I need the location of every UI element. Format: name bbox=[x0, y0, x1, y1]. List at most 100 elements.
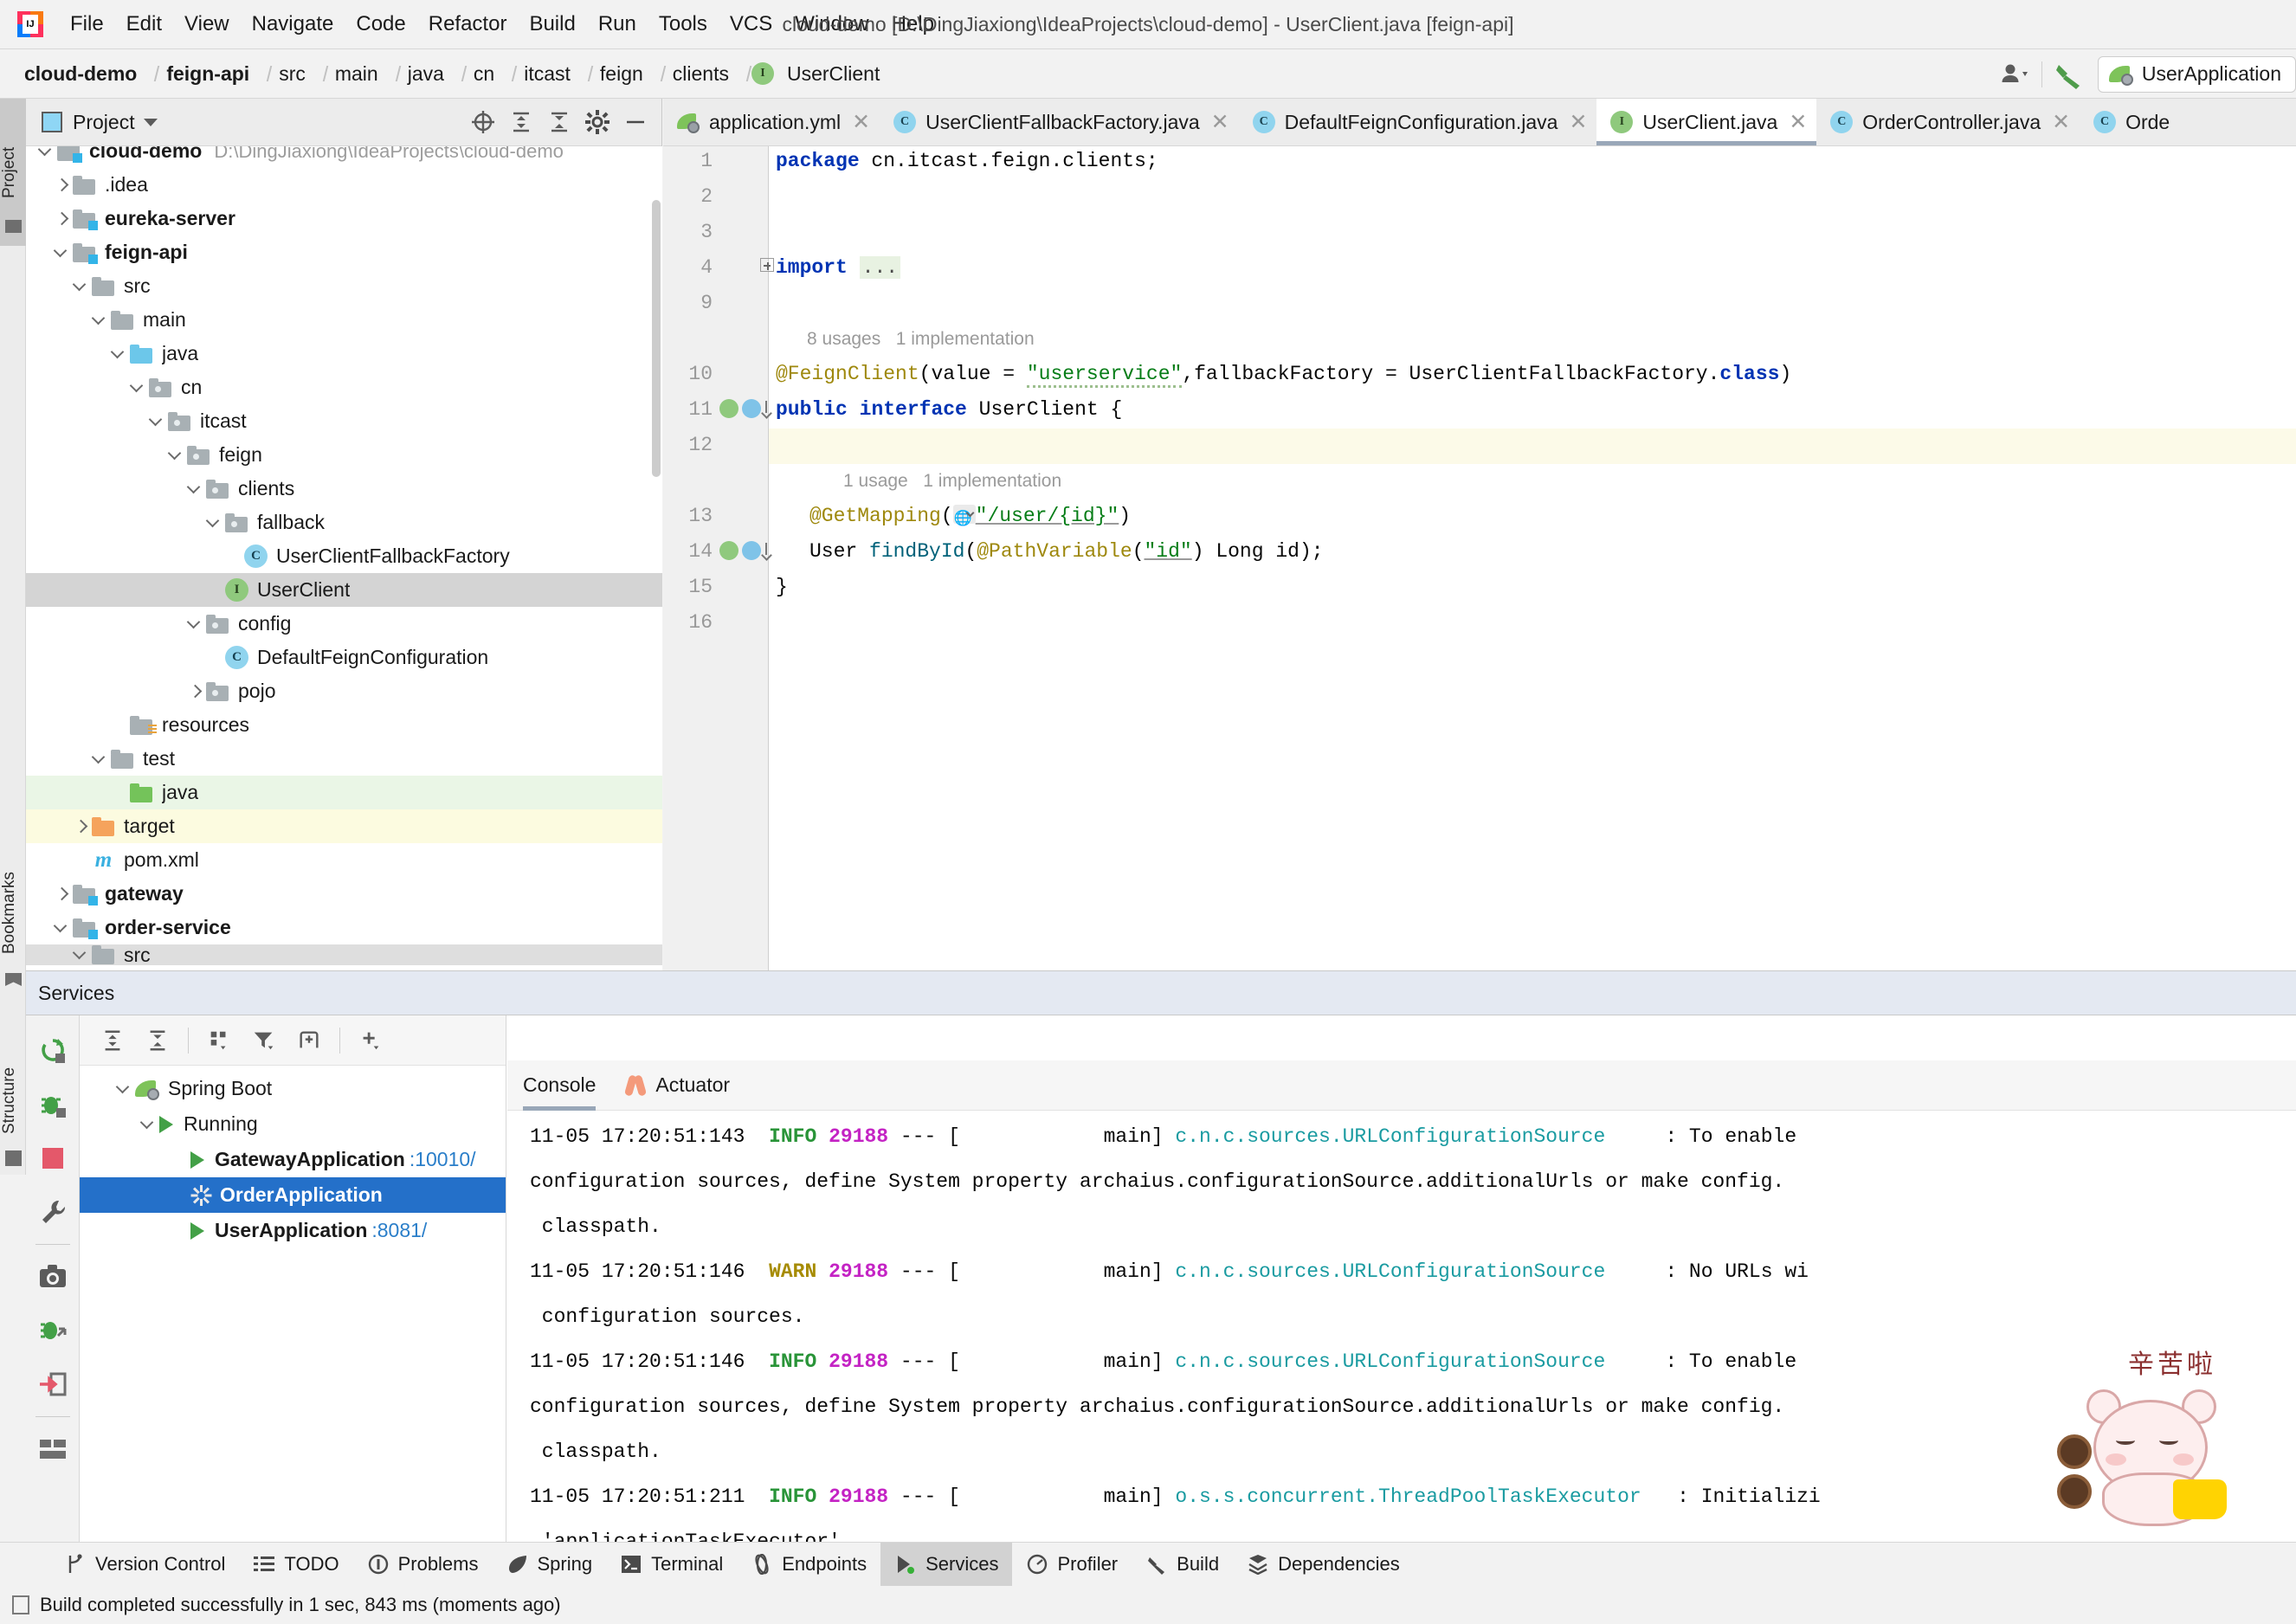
tree-row-eureka-server[interactable]: eureka-server bbox=[26, 202, 662, 235]
chevron-down-icon[interactable] bbox=[184, 478, 206, 500]
menu-run[interactable]: Run bbox=[587, 10, 648, 38]
services-tree[interactable]: Spring Boot Running GatewayApplication :… bbox=[80, 1066, 506, 1248]
implemented-by-icon[interactable] bbox=[719, 399, 738, 418]
tree-row-main[interactable]: main bbox=[26, 303, 662, 337]
add-frame-icon[interactable] bbox=[288, 1020, 330, 1061]
hide-panel-icon[interactable] bbox=[618, 105, 653, 139]
tree-row-cloud-demo[interactable]: cloud-demo D:\DingJiaxiong\IdeaProjects\… bbox=[26, 146, 662, 168]
tab-actuator[interactable]: Actuator bbox=[625, 1060, 730, 1111]
gutter-markers[interactable] bbox=[719, 399, 772, 418]
menu-view[interactable]: View bbox=[173, 10, 241, 38]
close-icon[interactable]: ✕ bbox=[852, 111, 870, 133]
implementing-method-icon[interactable] bbox=[742, 541, 761, 560]
chevron-down-icon[interactable] bbox=[126, 377, 149, 399]
services-row-userapplication[interactable]: UserApplication :8081/ bbox=[80, 1213, 506, 1248]
chevron-down-icon[interactable] bbox=[203, 512, 225, 534]
tree-row-test-java[interactable]: java bbox=[26, 776, 662, 809]
chevron-down-icon[interactable] bbox=[107, 343, 130, 365]
breadcrumb-item-clients[interactable]: clients bbox=[666, 62, 736, 86]
chevron-down-icon[interactable] bbox=[35, 146, 57, 163]
hammer-build-icon[interactable] bbox=[2049, 55, 2089, 94]
add-icon[interactable] bbox=[350, 1020, 391, 1061]
close-icon[interactable]: ✕ bbox=[1569, 111, 1587, 133]
breadcrumb[interactable]: cloud-demo feign-api src main java cn it… bbox=[17, 62, 887, 86]
settings-gear-icon[interactable] bbox=[580, 105, 615, 139]
bottom-item-problems[interactable]: Problems bbox=[353, 1543, 493, 1587]
export-icon[interactable] bbox=[26, 1357, 80, 1411]
tab-order-partial[interactable]: C Orde bbox=[2080, 99, 2179, 145]
usage-hint-method[interactable]: 1 usage 1 implementation bbox=[843, 463, 1061, 499]
chevron-down-icon[interactable] bbox=[143, 118, 158, 126]
tree-row-cn[interactable]: cn bbox=[26, 371, 662, 404]
chevron-down-icon[interactable] bbox=[50, 242, 73, 264]
close-icon[interactable]: ✕ bbox=[1789, 111, 1807, 133]
bottom-item-profiler[interactable]: Profiler bbox=[1012, 1543, 1132, 1587]
services-port[interactable]: :10010/ bbox=[410, 1148, 476, 1171]
folded-imports[interactable]: ... bbox=[859, 256, 901, 279]
tree-row-fallback[interactable]: fallback bbox=[26, 506, 662, 539]
menu-refactor[interactable]: Refactor bbox=[417, 10, 519, 38]
breadcrumb-item-java[interactable]: java bbox=[401, 62, 451, 86]
tab-console[interactable]: Console bbox=[523, 1060, 597, 1111]
project-tree[interactable]: cloud-demo D:\DingJiaxiong\IdeaProjects\… bbox=[26, 146, 662, 970]
menu-code[interactable]: Code bbox=[345, 10, 416, 38]
tree-row-src[interactable]: src bbox=[26, 269, 662, 303]
status-indicator-icon[interactable] bbox=[12, 1595, 29, 1614]
bottom-tool-bar[interactable]: Version Control TODO Problems Spring Ter… bbox=[0, 1542, 2296, 1587]
chevron-down-icon[interactable] bbox=[88, 309, 111, 332]
implemented-by-icon[interactable] bbox=[719, 541, 738, 560]
tree-row-resources[interactable]: resources bbox=[26, 708, 662, 742]
debug-attach-icon[interactable] bbox=[26, 1304, 80, 1357]
menu-window[interactable]: Window bbox=[784, 10, 880, 38]
breadcrumb-item-cloud-demo[interactable]: cloud-demo bbox=[17, 62, 144, 86]
code-editor[interactable]: 1 2 3 4 9 10 11 12 13 14 15 16 package c… bbox=[663, 146, 2296, 970]
collapse-all-icon[interactable] bbox=[542, 105, 577, 139]
tree-row-idea[interactable]: .idea bbox=[26, 168, 662, 202]
breadcrumb-item-src[interactable]: src bbox=[272, 62, 313, 86]
tree-row-order-service[interactable]: order-service bbox=[26, 911, 662, 944]
menu-help[interactable]: Help bbox=[880, 10, 945, 38]
select-opened-file-icon[interactable] bbox=[466, 105, 500, 139]
breadcrumb-item-cn[interactable]: cn bbox=[467, 62, 501, 86]
chevron-down-icon[interactable] bbox=[69, 275, 92, 298]
tab-defaultfeignconfiguration-java[interactable]: C DefaultFeignConfiguration.java ✕ bbox=[1239, 99, 1597, 145]
expand-all-icon[interactable] bbox=[92, 1020, 133, 1061]
tree-row-feign-api[interactable]: feign-api bbox=[26, 235, 662, 269]
user-account-icon[interactable] bbox=[1995, 55, 2035, 94]
editor-gutter[interactable]: 1 2 3 4 9 10 11 12 13 14 15 16 bbox=[663, 146, 769, 970]
tree-row-gateway[interactable]: gateway bbox=[26, 877, 662, 911]
tree-row-config[interactable]: config bbox=[26, 607, 662, 641]
collapse-all-icon[interactable] bbox=[137, 1020, 178, 1061]
fold-collapse-icon[interactable] bbox=[760, 258, 774, 272]
chevron-right-icon[interactable] bbox=[50, 883, 73, 905]
breadcrumb-item-feign-api[interactable]: feign-api bbox=[159, 62, 256, 86]
chevron-right-icon[interactable] bbox=[184, 680, 206, 703]
tab-ordercontroller-java[interactable]: C OrderController.java ✕ bbox=[1816, 99, 2080, 145]
code-text[interactable]: package cn.itcast.feign.clients; import … bbox=[760, 146, 2296, 970]
bottom-item-todo[interactable]: TODO bbox=[239, 1543, 352, 1587]
chevron-right-icon[interactable] bbox=[69, 815, 92, 838]
expand-all-icon[interactable] bbox=[504, 105, 539, 139]
chevron-down-icon[interactable] bbox=[50, 917, 73, 939]
tab-application-yml[interactable]: application.yml ✕ bbox=[663, 99, 880, 145]
menu-navigate[interactable]: Navigate bbox=[241, 10, 345, 38]
services-row-running[interactable]: Running bbox=[80, 1106, 506, 1142]
bottom-item-endpoints[interactable]: Endpoints bbox=[737, 1543, 880, 1587]
project-tree-scrollbar[interactable] bbox=[652, 200, 661, 477]
chevron-down-icon[interactable] bbox=[184, 613, 206, 635]
layout-icon[interactable] bbox=[26, 1422, 80, 1476]
menu-bar[interactable]: File Edit View Navigate Code Refactor Bu… bbox=[59, 10, 945, 38]
chevron-down-icon[interactable] bbox=[69, 944, 92, 965]
bottom-item-spring[interactable]: Spring bbox=[493, 1543, 607, 1587]
bottom-item-dependencies[interactable]: Dependencies bbox=[1233, 1543, 1414, 1587]
console-tab-bar[interactable]: Console Actuator bbox=[507, 1060, 2296, 1111]
tree-row-java-main[interactable]: java bbox=[26, 337, 662, 371]
rerun-icon[interactable] bbox=[26, 1024, 80, 1078]
breadcrumb-item-feign[interactable]: feign bbox=[593, 62, 650, 86]
bottom-item-services[interactable]: Services bbox=[880, 1542, 1013, 1587]
web-endpoint-icon[interactable] bbox=[952, 502, 976, 538]
tree-row-pom-xml[interactable]: m pom.xml bbox=[26, 843, 662, 877]
bottom-item-build[interactable]: Build bbox=[1132, 1543, 1233, 1587]
menu-file[interactable]: File bbox=[59, 10, 115, 38]
tree-row-feign[interactable]: feign bbox=[26, 438, 662, 472]
